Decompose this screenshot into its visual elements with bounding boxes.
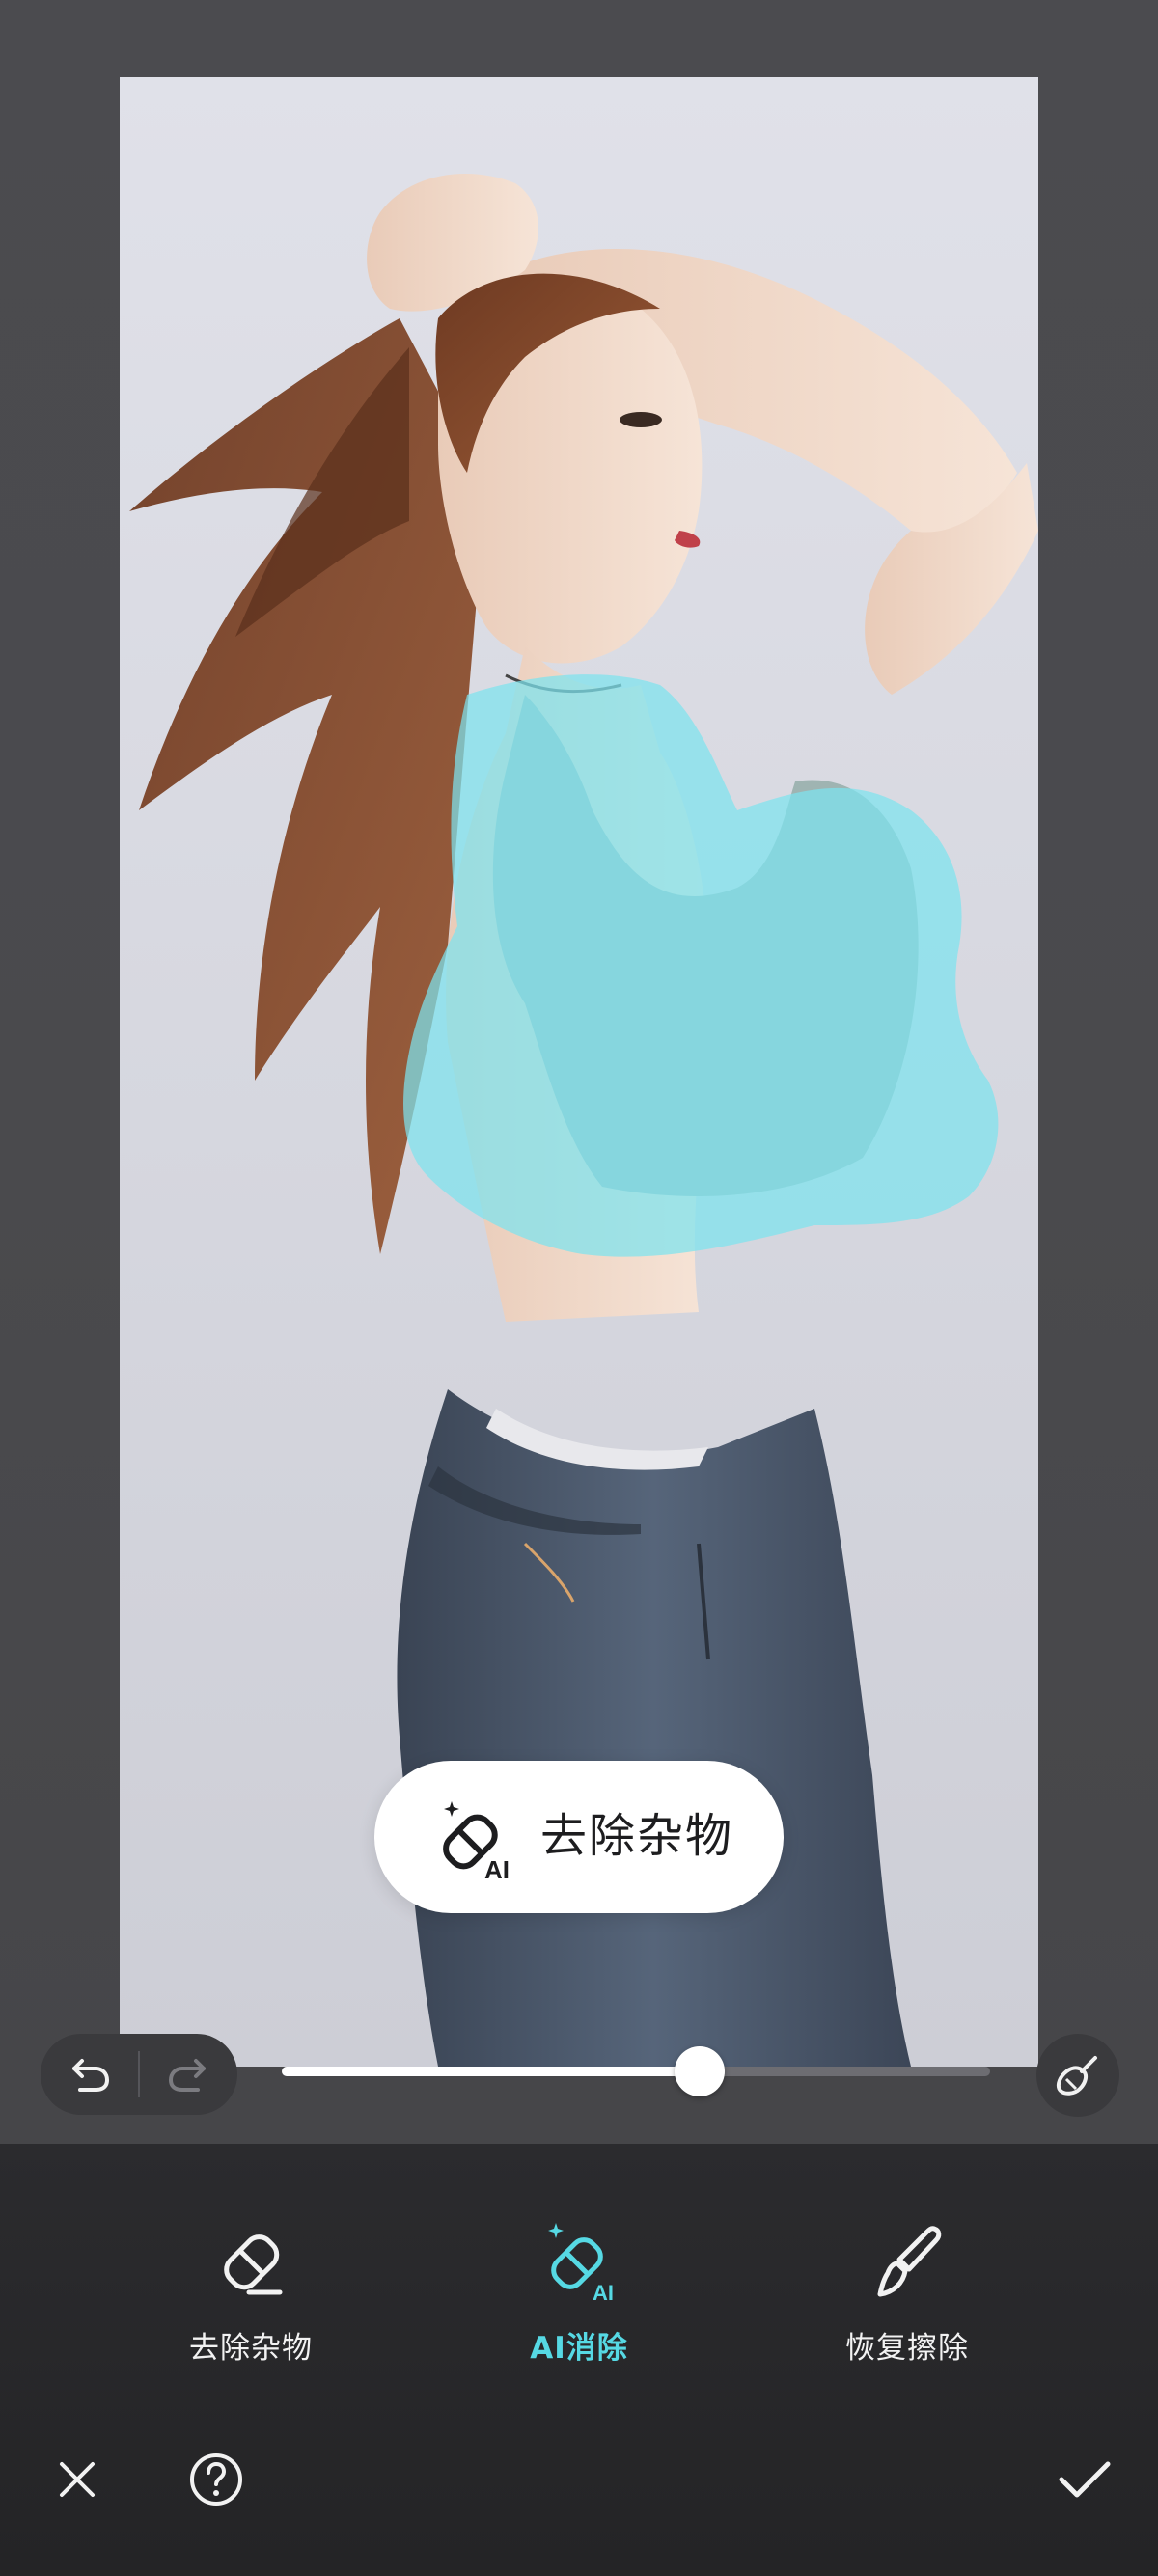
svg-text:AI: AI (593, 2281, 614, 2302)
brush-size-slider[interactable] (282, 2046, 990, 2096)
slider-fill (282, 2067, 701, 2076)
brush-icon (877, 2226, 942, 2297)
help-button[interactable] (178, 2441, 255, 2518)
clear-selection-button[interactable] (1036, 2034, 1119, 2117)
mode-remove-objects[interactable]: 去除杂物 (125, 2221, 376, 2385)
redo-icon (168, 2059, 206, 2092)
history-controls (41, 2034, 237, 2115)
broom-icon (1056, 2056, 1097, 2096)
mode-label: AI消除 (530, 2331, 628, 2366)
redo-button[interactable] (139, 2034, 237, 2115)
ai-eraser-icon: AI (443, 1801, 510, 1882)
svg-text:AI: AI (484, 1855, 510, 1882)
slider-thumb[interactable] (675, 2046, 726, 2096)
undo-icon (72, 2059, 110, 2092)
close-icon (60, 2462, 95, 2497)
mode-label: 去除杂物 (189, 2331, 313, 2366)
close-button[interactable] (39, 2441, 116, 2518)
undo-button[interactable] (41, 2034, 139, 2115)
help-icon (190, 2453, 242, 2506)
current-tool-pill[interactable]: AI 去除杂物 (374, 1761, 784, 1913)
mode-restore-erase[interactable]: 恢复擦除 (782, 2221, 1033, 2385)
ai-eraser-icon: AI (548, 2223, 614, 2302)
mode-label: 恢复擦除 (845, 2331, 969, 2366)
current-tool-label: 去除杂物 (540, 1809, 734, 1863)
bottom-toolbar: 去除杂物 AI AI消除 恢复擦除 (0, 2144, 1158, 2576)
photo-editor: AI 去除杂物 去除杂物 AI AI消除 恢复擦除 (0, 0, 1158, 2576)
mode-ai-erase[interactable]: AI AI消除 (454, 2221, 704, 2385)
confirm-button[interactable] (1046, 2441, 1123, 2518)
checkmark-icon (1059, 2461, 1111, 2498)
eraser-icon (224, 2234, 283, 2295)
